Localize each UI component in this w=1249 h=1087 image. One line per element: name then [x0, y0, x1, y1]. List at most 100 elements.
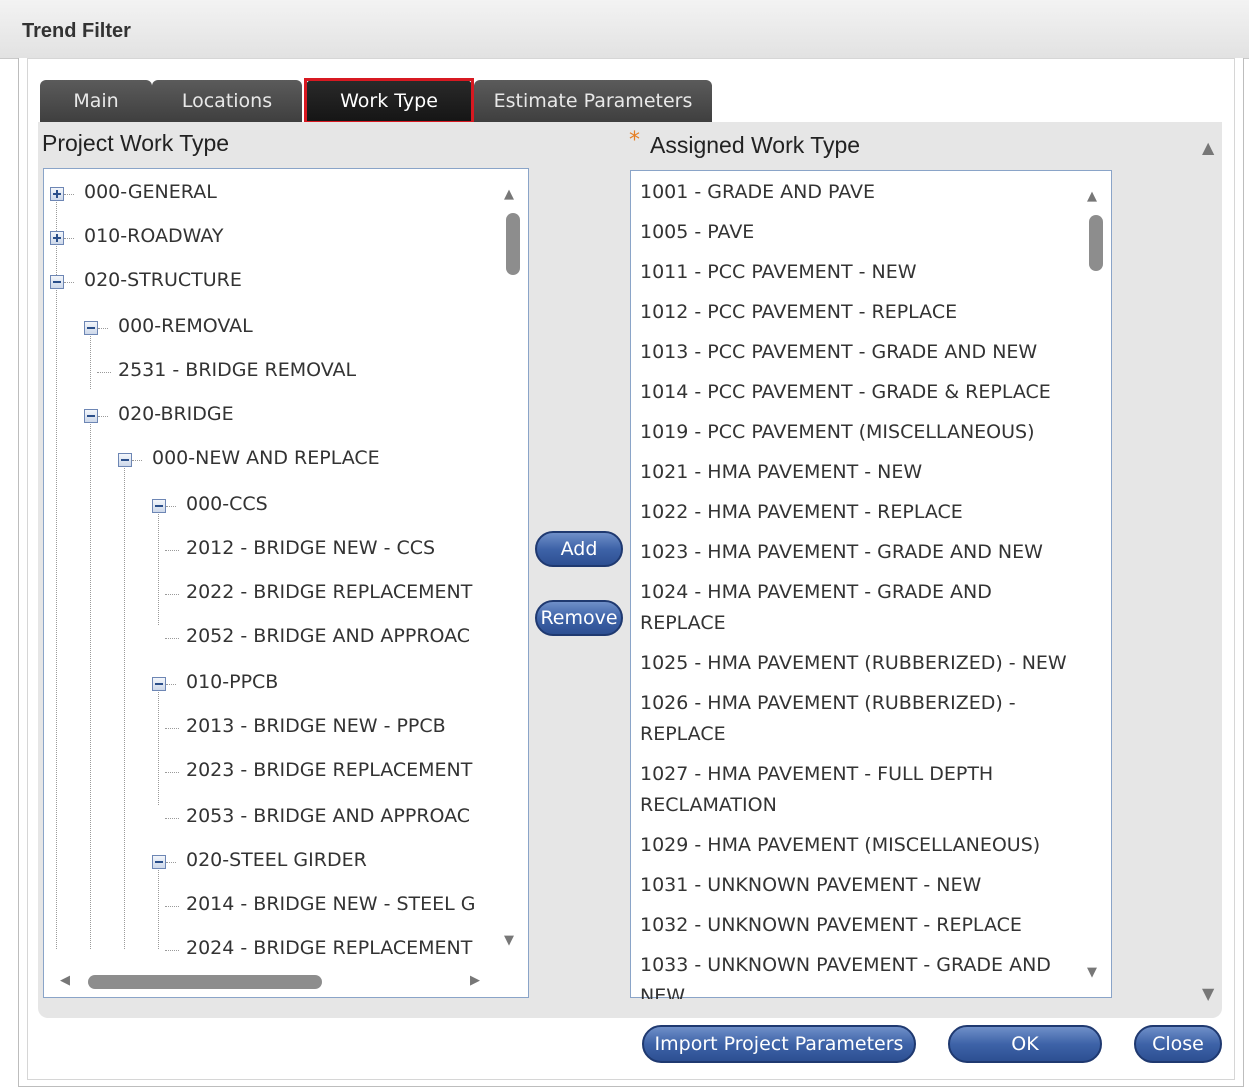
tree-node[interactable]: 020-BRIDGE — [118, 403, 234, 425]
tree-vertical-scroll-thumb[interactable] — [506, 213, 520, 275]
tree-node[interactable]: 2012 - BRIDGE NEW - CCS — [186, 537, 435, 559]
tree-connector — [98, 328, 108, 329]
tab-main[interactable]: Main — [40, 80, 152, 122]
import-button-label: Import Project Parameters — [654, 1033, 904, 1055]
tree-guide-line — [158, 681, 159, 805]
minus-box-icon[interactable] — [84, 321, 98, 335]
tree-node[interactable]: 2053 - BRIDGE AND APPROAC — [186, 805, 470, 827]
tree-connector — [166, 862, 176, 863]
tree-node[interactable]: 010-ROADWAY — [84, 225, 223, 247]
add-button-label: Add — [560, 538, 598, 560]
list-item-text: 1027 - HMA PAVEMENT - FULL DEPTH — [640, 763, 994, 785]
tree-guide-line — [124, 457, 125, 949]
triangle-up-icon[interactable]: ▲ — [504, 187, 514, 202]
list-item-text: REPLACE — [640, 723, 726, 745]
list-item-text: 1033 - UNKNOWN PAVEMENT - GRADE AND — [640, 954, 1051, 976]
ok-button-label: OK — [1011, 1033, 1039, 1055]
minus-box-icon[interactable] — [84, 409, 98, 423]
tree-connector — [64, 194, 74, 195]
list-item-text: 1029 - HMA PAVEMENT (MISCELLANEOUS) — [640, 834, 1041, 856]
tree-connector — [98, 416, 108, 417]
triangle-down-icon[interactable]: ▼ — [1087, 965, 1097, 980]
tree-node[interactable]: 2014 - BRIDGE NEW - STEEL G — [186, 893, 476, 915]
list-item-text: 1001 - GRADE AND PAVE — [640, 181, 876, 203]
list-vertical-scroll-thumb[interactable] — [1089, 215, 1103, 271]
tree-connector — [165, 550, 179, 551]
list-item-text: RECLAMATION — [640, 794, 777, 816]
triangle-down-icon[interactable]: ▼ — [1202, 984, 1214, 1003]
project-work-type-title: Project Work Type — [42, 130, 230, 156]
tree-guide-line — [158, 503, 159, 625]
triangle-up-icon[interactable]: ▲ — [1202, 138, 1214, 157]
minus-box-icon[interactable] — [118, 453, 132, 467]
tree-guide-line — [158, 859, 159, 949]
list-item-text: 1012 - PCC PAVEMENT - REPLACE — [640, 301, 958, 323]
list-item-text: REPLACE — [640, 612, 726, 634]
tree-connector — [165, 906, 179, 907]
tab-work-type[interactable]: Work Type — [306, 80, 472, 122]
plus-box-icon[interactable] — [50, 231, 64, 245]
tree-node[interactable]: 020-STRUCTURE — [84, 269, 242, 291]
tree-node[interactable]: 020-STEEL GIRDER — [186, 849, 367, 871]
tab-estimate-parameters[interactable]: Estimate Parameters — [474, 80, 712, 122]
tab-locations[interactable]: Locations — [152, 80, 302, 122]
tree-connector — [166, 684, 176, 685]
tree-viewport: 000-GENERAL 010-ROADWAY 020-STRUCTURE 000-R… — [44, 169, 502, 967]
tree-connector — [165, 818, 179, 819]
add-button[interactable]: Add — [535, 531, 623, 567]
tree-connector — [64, 238, 74, 239]
list-viewport: 1001 - GRADE AND PAVE 1005 - PAVE 1011 - P… — [631, 171, 1086, 999]
minus-box-icon[interactable] — [152, 499, 166, 513]
list-item-text: 1005 - PAVE — [640, 221, 755, 243]
dialog-title-bar: Trend Filter — [0, 0, 1249, 59]
tree-node[interactable]: 2022 - BRIDGE REPLACEMENT — [186, 581, 472, 603]
ok-button[interactable]: OK — [948, 1025, 1102, 1063]
tree-horizontal-scroll-thumb[interactable] — [88, 975, 322, 989]
tab-main-label: Main — [73, 90, 119, 112]
close-button[interactable]: Close — [1134, 1025, 1222, 1063]
close-button-label: Close — [1152, 1033, 1204, 1055]
plus-box-icon[interactable] — [50, 187, 64, 201]
tab-locations-label: Locations — [181, 90, 273, 112]
tree-node[interactable]: 010-PPCB — [186, 671, 278, 693]
tree-node[interactable]: 000-NEW AND REPLACE — [152, 447, 380, 469]
tree-node[interactable]: 2013 - BRIDGE NEW - PPCB — [186, 715, 446, 737]
tree-node[interactable]: 2531 - BRIDGE REMOVAL — [118, 359, 356, 381]
list-item-text: 1014 - PCC PAVEMENT - GRADE & REPLACE — [640, 381, 1051, 403]
required-marker: * — [629, 128, 640, 153]
tree-connector — [64, 282, 74, 283]
list-item-text: 1025 - HMA PAVEMENT (RUBBERIZED) - NEW — [640, 652, 1067, 674]
triangle-right-icon[interactable]: ▶ — [470, 973, 480, 988]
tree-node[interactable]: 2024 - BRIDGE REPLACEMENT — [186, 937, 472, 959]
triangle-down-icon[interactable]: ▼ — [504, 933, 514, 948]
triangle-up-icon[interactable]: ▲ — [1087, 189, 1097, 204]
list-item-text: 1019 - PCC PAVEMENT (MISCELLANEOUS) — [640, 421, 1035, 443]
project-work-type-tree[interactable]: 000-GENERAL 010-ROADWAY 020-STRUCTURE 000-R… — [43, 168, 529, 998]
minus-box-icon[interactable] — [50, 275, 64, 289]
import-project-parameters-button[interactable]: Import Project Parameters — [642, 1025, 916, 1063]
tree-node[interactable]: 2023 - BRIDGE REPLACEMENT — [186, 759, 472, 781]
tab-work-type-label: Work Type — [340, 90, 438, 112]
tree-guide-line — [56, 191, 57, 949]
minus-box-icon[interactable] — [152, 855, 166, 869]
remove-button[interactable]: Remove — [535, 600, 623, 636]
list-item-text: NEW — [640, 985, 686, 999]
minus-box-icon[interactable] — [152, 677, 166, 691]
tree-node[interactable]: 000-REMOVAL — [118, 315, 253, 337]
tree-guide-line — [90, 413, 91, 949]
tab-estimate-parameters-label: Estimate Parameters — [493, 90, 693, 112]
list-item-text: 1021 - HMA PAVEMENT - NEW — [640, 461, 923, 483]
tree-connector — [97, 372, 111, 373]
list-item-text: 1022 - HMA PAVEMENT - REPLACE — [640, 501, 963, 523]
tree-node[interactable]: 000-GENERAL — [84, 181, 217, 203]
list-item-text: 1024 - HMA PAVEMENT - GRADE AND — [640, 581, 992, 603]
triangle-left-icon[interactable]: ◀ — [60, 973, 70, 988]
tree-node[interactable]: 2052 - BRIDGE AND APPROAC — [186, 625, 470, 647]
tree-connector — [132, 460, 142, 461]
tree-connector — [165, 772, 179, 773]
list-item-text: 1032 - UNKNOWN PAVEMENT - REPLACE — [640, 914, 1022, 936]
tree-node[interactable]: 000-CCS — [186, 493, 268, 515]
list-item-text: 1013 - PCC PAVEMENT - GRADE AND NEW — [640, 341, 1038, 363]
tree-connector — [166, 506, 176, 507]
tree-connector — [165, 728, 179, 729]
